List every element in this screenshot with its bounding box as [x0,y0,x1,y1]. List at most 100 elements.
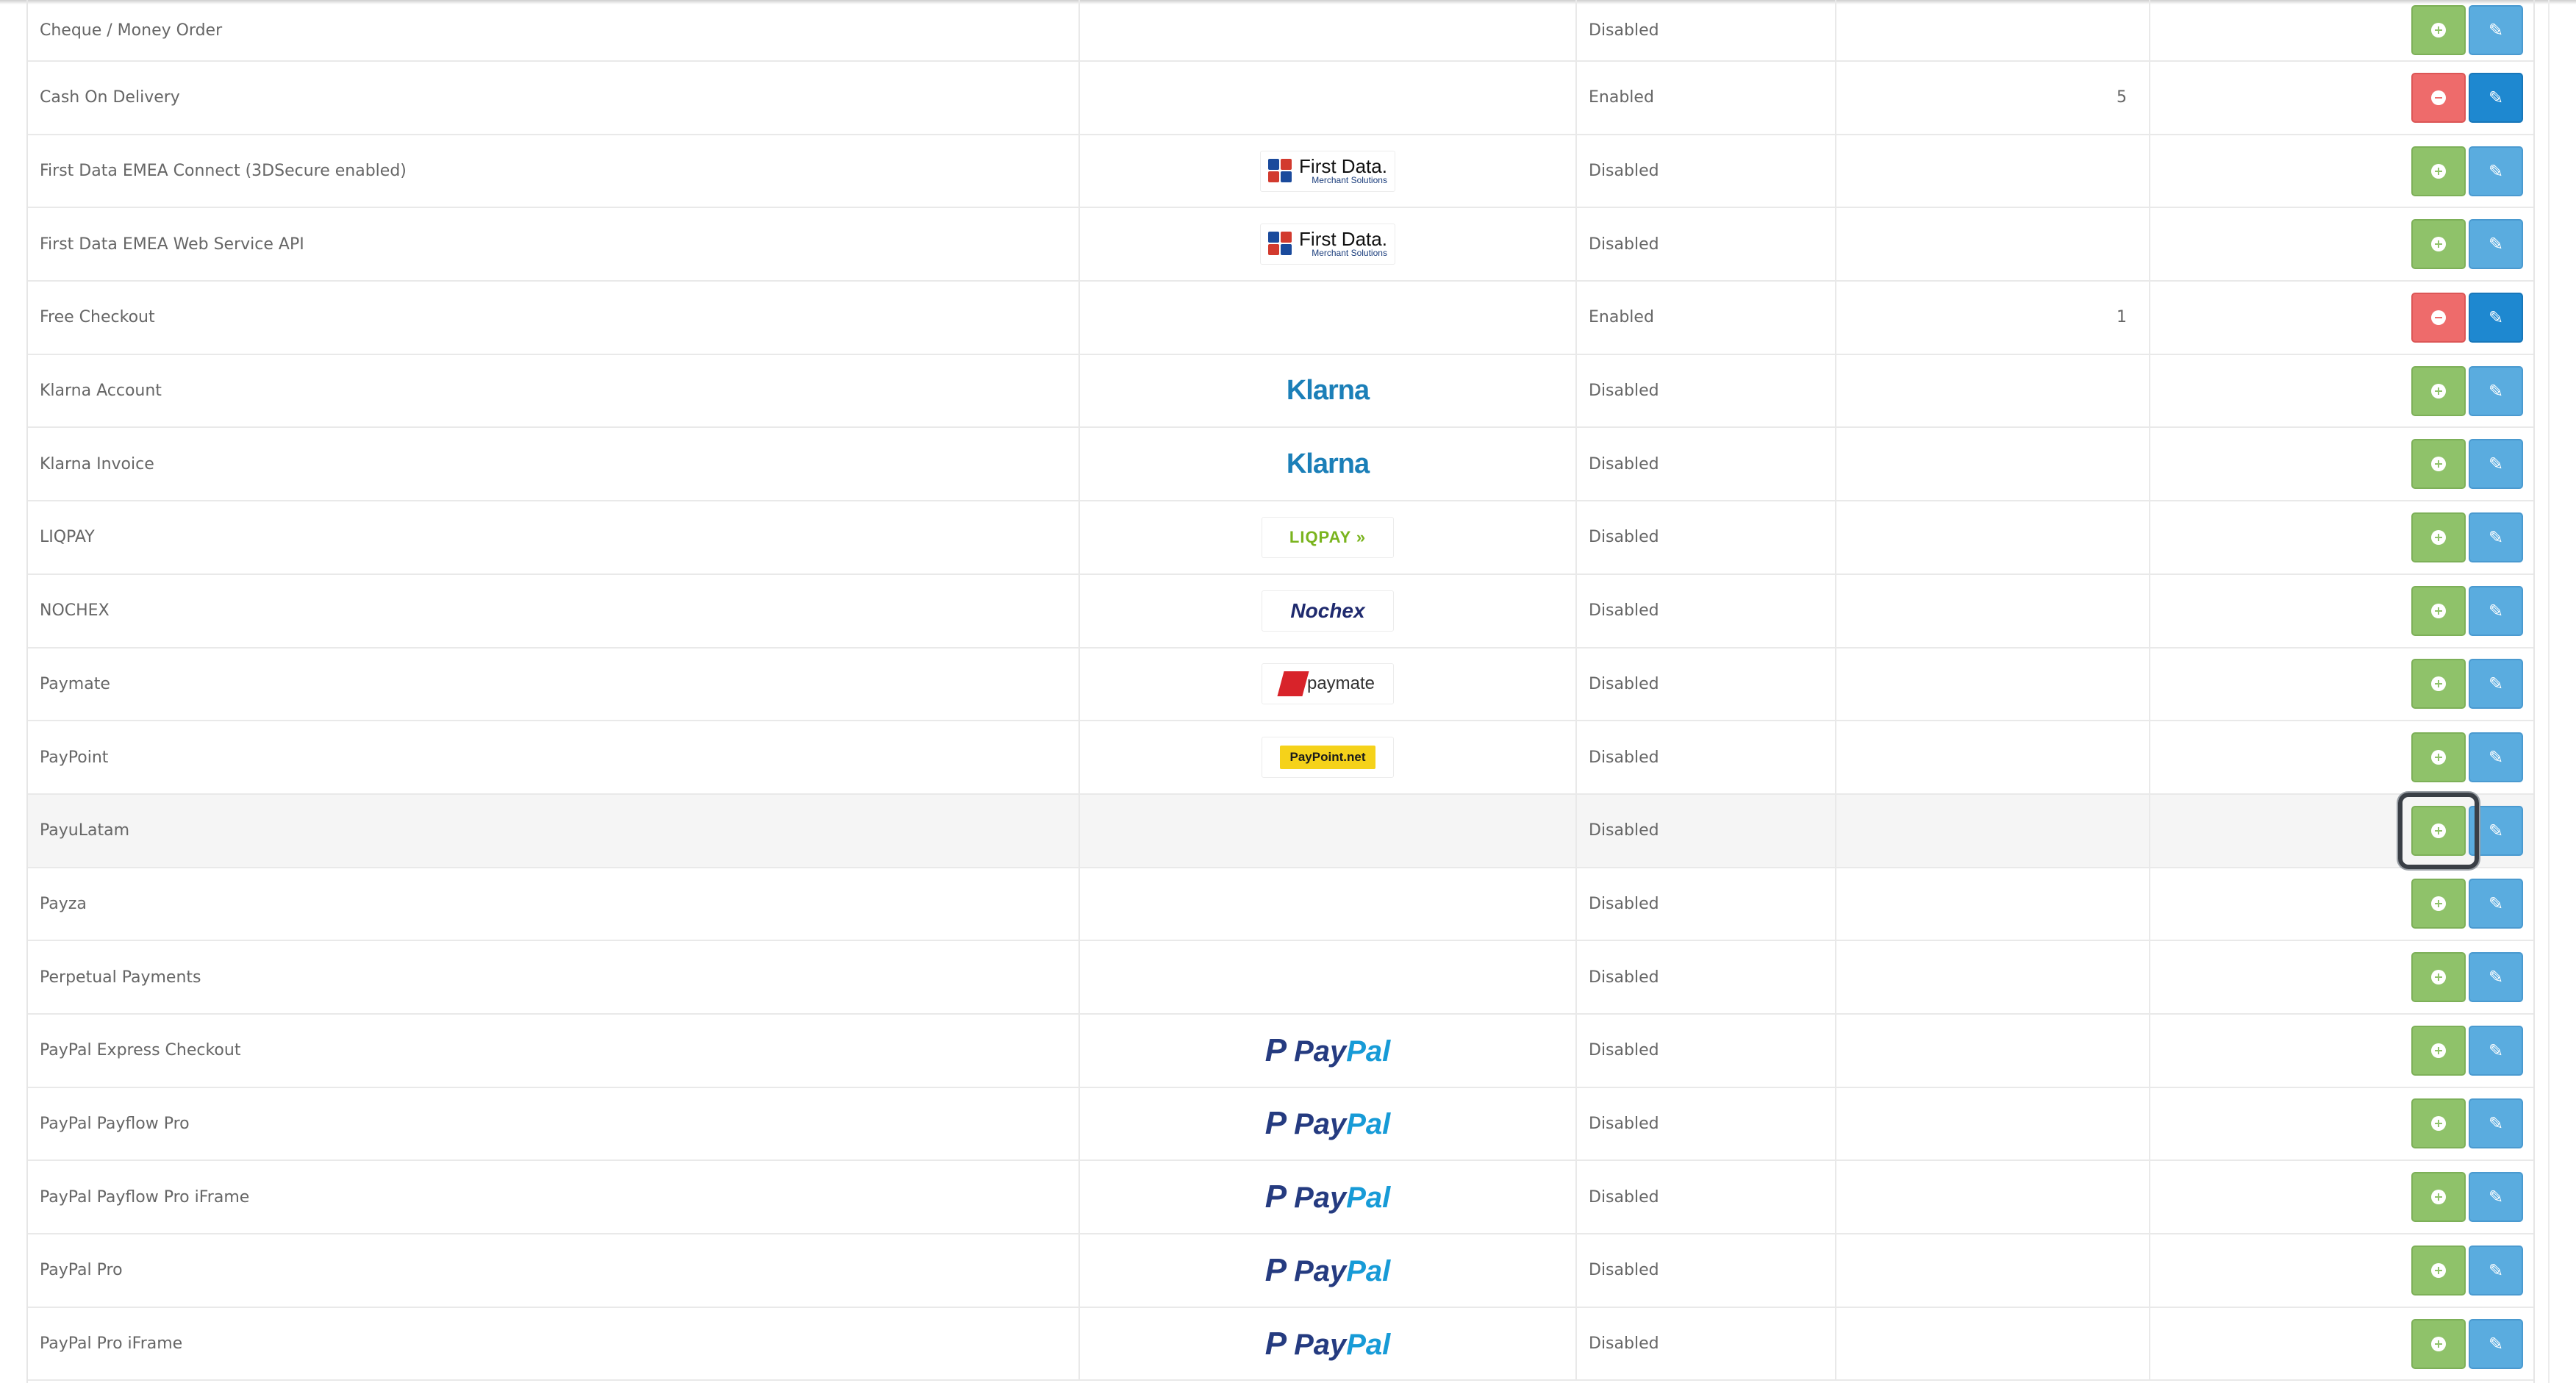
table-row-first-data-emea-connect-3dsecure-enabled: First Data EMEA Connect (3DSecure enable… [28,134,2533,209]
actions-cell: ✎ [2150,1160,2533,1234]
actions-cell: ✎ [2150,207,2533,282]
install-button[interactable] [2411,1098,2466,1149]
paypal-logo: P PayPal [1264,1325,1391,1362]
install-button[interactable] [2411,879,2466,929]
status-cell: Disabled [1576,0,1836,62]
edit-button[interactable]: ✎ [2469,1098,2523,1149]
firstdata-mark-icon [1268,232,1293,257]
payment-name-cell: Payza [28,867,1080,942]
edit-button[interactable]: ✎ [2469,72,2523,123]
status-cell: Disabled [1576,501,1836,575]
pencil-icon: ✎ [2488,160,2504,182]
edit-button[interactable]: ✎ [2469,1245,2523,1296]
plus-circle-icon [2431,383,2446,399]
pencil-icon: ✎ [2488,600,2504,621]
install-button[interactable] [2411,659,2466,710]
actions-cell: ✎ [2150,940,2533,1015]
install-button[interactable] [2411,365,2466,416]
edit-button[interactable]: ✎ [2469,512,2523,562]
edit-button[interactable]: ✎ [2469,1025,2523,1076]
payment-logo-cell: P PayPal [1079,1307,1577,1382]
status-text: Disabled [1589,821,1659,840]
actions-cell: ✎ [2150,0,2533,62]
edit-button[interactable]: ✎ [2469,365,2523,416]
payment-logo-cell [1079,867,1577,942]
sort-order-cell [1836,354,2150,429]
firstdata-logo: First Data. Merchant Solutions [1260,150,1395,192]
payment-name-cell: Paymate [28,647,1080,722]
payment-logo-cell: P PayPal [1079,1087,1577,1162]
status-text: Disabled [1589,894,1659,913]
edit-button[interactable]: ✎ [2469,219,2523,270]
edit-button[interactable]: ✎ [2469,879,2523,929]
edit-button[interactable]: ✎ [2469,146,2523,196]
table-row-paypoint: PayPoint PayPoint.net Disabled ✎ [28,721,2533,795]
plus-circle-icon [2431,603,2446,618]
status-cell: Disabled [1576,1307,1836,1382]
payment-name-cell: Perpetual Payments [28,940,1080,1015]
install-button[interactable] [2411,1245,2466,1296]
status-cell: Disabled [1576,1234,1836,1308]
install-button[interactable] [2411,952,2466,1003]
firstdata-logo: First Data. Merchant Solutions [1260,224,1395,265]
payment-name: LIQPAY [40,528,95,547]
edit-button[interactable]: ✎ [2469,5,2523,55]
install-button[interactable] [2411,805,2466,856]
plus-circle-icon [2431,529,2446,545]
sort-order-cell [1836,1307,2150,1382]
status-cell: Disabled [1576,427,1836,502]
payment-name-cell: Cash On Delivery [28,61,1080,135]
payment-name-cell: PayPal Pro [28,1234,1080,1308]
install-button[interactable] [2411,1025,2466,1076]
uninstall-button[interactable] [2411,292,2466,343]
status-text: Enabled [1589,88,1654,107]
status-cell: Disabled [1576,354,1836,429]
status-cell: Disabled [1576,1087,1836,1162]
sort-order-cell [1836,647,2150,722]
install-button[interactable] [2411,146,2466,196]
edit-button[interactable]: ✎ [2469,1318,2523,1369]
install-button[interactable] [2411,439,2466,490]
payment-name-cell: PayPal Payflow Pro [28,1087,1080,1162]
edit-button[interactable]: ✎ [2469,732,2523,783]
status-text: Enabled [1589,308,1654,327]
install-button[interactable] [2411,585,2466,636]
edit-button[interactable]: ✎ [2469,585,2523,636]
install-button[interactable] [2411,1318,2466,1369]
edit-button[interactable]: ✎ [2469,805,2523,856]
uninstall-button[interactable] [2411,72,2466,123]
plus-circle-icon [2431,457,2446,472]
status-cell: Disabled [1576,940,1836,1015]
table-row-nochex: NOCHEX Nochex Disabled ✎ [28,573,2533,648]
edit-button[interactable]: ✎ [2469,1172,2523,1223]
actions-cell: ✎ [2150,793,2533,868]
actions-cell: ✎ [2150,354,2533,429]
sort-order-cell [1836,940,2150,1015]
payment-name-cell: First Data EMEA Web Service API [28,207,1080,282]
install-button[interactable] [2411,512,2466,562]
install-button[interactable] [2411,219,2466,270]
table-row-paymate: Paymate paymate Disabled ✎ [28,647,2533,722]
edit-button[interactable]: ✎ [2469,292,2523,343]
payment-logo-cell: paymate [1079,647,1577,722]
payment-logo-cell: P PayPal [1079,1013,1577,1088]
install-button[interactable] [2411,732,2466,783]
status-cell: Disabled [1576,721,1836,795]
edit-button[interactable]: ✎ [2469,659,2523,710]
edit-button[interactable]: ✎ [2469,952,2523,1003]
actions-cell: ✎ [2150,721,2533,795]
install-button[interactable] [2411,1172,2466,1223]
sort-order-cell [1836,1160,2150,1234]
pencil-icon: ✎ [2488,1113,2504,1134]
table-row-klarna-invoice: Klarna Invoice Klarna Disabled ✎ [28,427,2533,502]
actions-cell: ✎ [2150,501,2533,575]
install-button[interactable] [2411,5,2466,55]
payment-logo-cell: First Data. Merchant Solutions [1079,207,1577,282]
edit-button[interactable]: ✎ [2469,439,2523,490]
status-cell: Enabled [1576,61,1836,135]
status-cell: Disabled [1576,867,1836,942]
payment-name-cell: LIQPAY [28,501,1080,575]
pencil-icon: ✎ [2488,526,2504,548]
paypal-mark-icon: P [1264,1325,1287,1362]
pencil-icon: ✎ [2488,1259,2504,1281]
